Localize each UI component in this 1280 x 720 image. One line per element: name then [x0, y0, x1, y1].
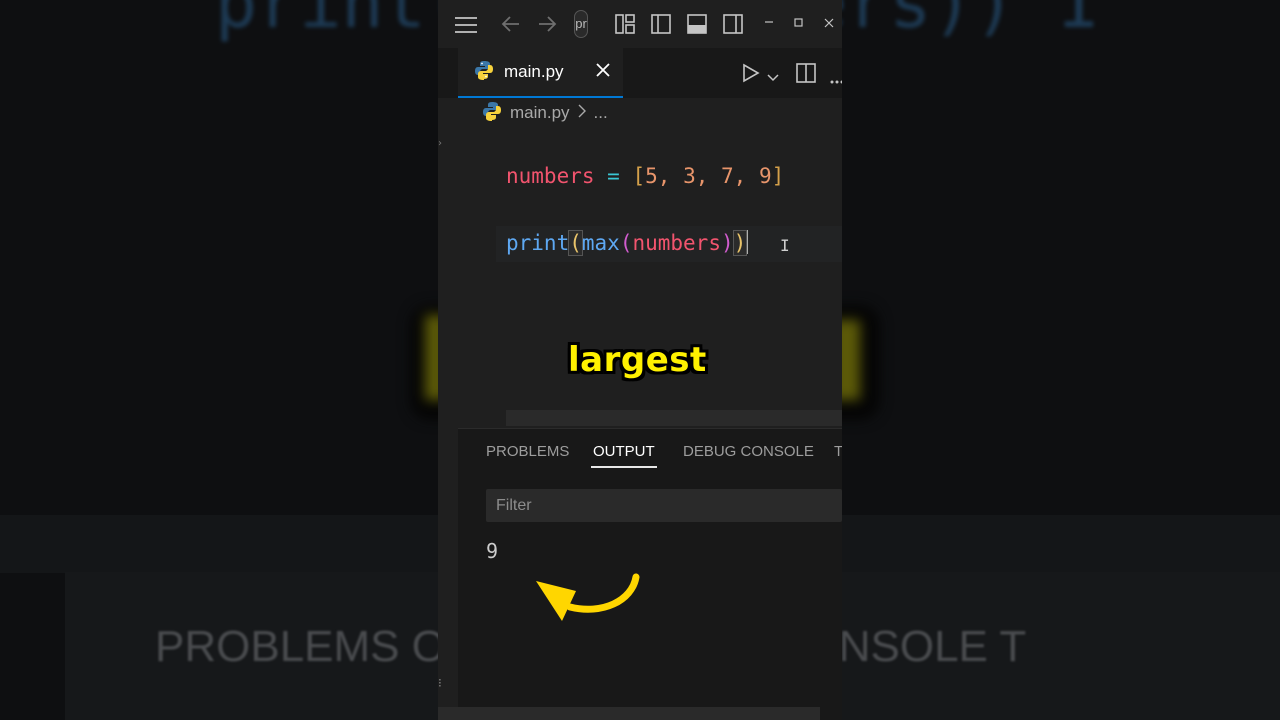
curved-arrow-icon — [532, 571, 642, 627]
title-bar: pr — [438, 0, 842, 48]
panel-side-mark-icon: ⁝ — [438, 676, 442, 690]
toggle-secondary-sidebar-icon[interactable] — [723, 14, 743, 34]
close-window-icon[interactable] — [823, 17, 835, 29]
python-file-icon — [474, 60, 494, 84]
toggle-panel-icon[interactable] — [687, 14, 707, 34]
bottom-panel: PROBLEMS OUTPUT DEBUG CONSOLE T Filter 9 — [458, 428, 842, 720]
tab-output[interactable]: OUTPUT — [591, 443, 657, 468]
output-text: 9 — [486, 539, 499, 563]
gutter-fold-icon: › — [438, 138, 442, 149]
tab-filename: main.py — [504, 62, 564, 81]
run-python-file-icon[interactable] — [742, 63, 760, 87]
breadcrumb-file[interactable]: main.py — [510, 103, 570, 123]
tab-main-py[interactable]: main.py — [458, 48, 623, 98]
layout-icon[interactable] — [615, 14, 635, 34]
tab-debug-console[interactable]: DEBUG CONSOLE — [683, 443, 814, 460]
output-filter-input[interactable]: Filter — [486, 489, 842, 522]
run-dropdown-chevron-icon[interactable] — [767, 68, 779, 87]
toggle-primary-sidebar-icon[interactable] — [651, 14, 671, 34]
python-file-icon — [482, 101, 502, 126]
code-line-1[interactable]: numbers = [5, 3, 7, 9] — [506, 164, 784, 188]
maximize-icon[interactable] — [793, 17, 805, 29]
menu-icon[interactable] — [454, 16, 478, 34]
text-caret — [746, 230, 749, 254]
tab-problems[interactable]: PROBLEMS — [486, 443, 569, 460]
editor-window: pr main.py main.py ... › numbers = [5, 3… — [438, 0, 842, 720]
video-caption: largest — [568, 340, 707, 380]
code-line-2[interactable]: print(max(numbers)) — [506, 230, 749, 256]
more-actions-icon[interactable] — [830, 70, 842, 89]
mouse-ibeam-cursor: I — [780, 236, 790, 255]
breadcrumb-chevron-icon — [578, 103, 586, 123]
command-center-search[interactable]: pr — [574, 10, 588, 38]
horizontal-scrollbar[interactable] — [506, 410, 842, 426]
breadcrumb: main.py ... — [482, 101, 608, 125]
tab-terminal-truncated[interactable]: T — [834, 443, 842, 460]
tab-close-icon[interactable] — [595, 62, 611, 82]
minimize-icon[interactable] — [763, 16, 775, 28]
breadcrumb-more[interactable]: ... — [594, 103, 608, 123]
split-editor-icon[interactable] — [796, 63, 816, 87]
forward-arrow-icon[interactable] — [537, 15, 557, 33]
back-arrow-icon[interactable] — [501, 15, 521, 33]
editor-tab-bar: main.py — [438, 48, 842, 98]
status-bar-strip — [438, 707, 820, 720]
